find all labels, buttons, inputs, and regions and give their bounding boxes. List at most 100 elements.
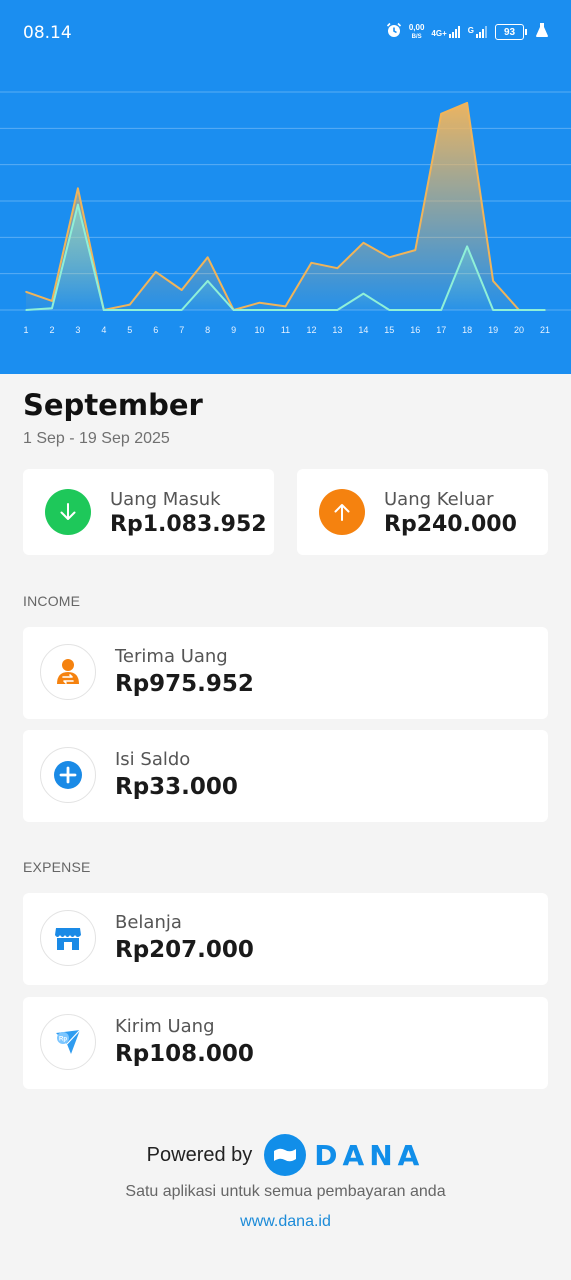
x-tick-label: 4	[101, 325, 106, 335]
series-1-point	[180, 289, 183, 291]
series-2-point	[103, 309, 105, 311]
battery-icon: 93	[495, 24, 527, 40]
income-item-label: Terima Uang	[115, 646, 228, 667]
series-2-point	[206, 280, 209, 282]
series-1-point	[310, 261, 313, 264]
x-tick-label: 3	[75, 325, 80, 335]
dana-wordmark: DANA	[314, 1138, 425, 1172]
series-2-point	[414, 309, 417, 311]
series-2-point	[518, 309, 520, 311]
receive-money-icon	[40, 644, 96, 700]
x-tick-label: 17	[436, 325, 446, 335]
series-1-point	[492, 280, 494, 282]
series-2-point	[466, 245, 468, 248]
income-section-title: INCOME	[23, 593, 81, 609]
series-2-point	[25, 309, 27, 311]
expense-item-kirim-uang[interactable]: Rp Kirim Uang Rp108.000	[23, 997, 548, 1089]
series-2-point	[154, 309, 157, 311]
chart-header: 1 2 3 4 5 6 7 8 9 10 11 12 13 14 15 16 17 18 19 20 21 08.14 …	[0, 0, 571, 374]
series-1-point	[258, 301, 261, 304]
series-1-point	[440, 113, 443, 115]
x-tick-label: 20	[514, 325, 524, 335]
series-2-point	[51, 307, 53, 309]
status-bar: 08.14 0,00 B/S 4G+ G 93	[0, 0, 571, 64]
x-tick-label: 16	[410, 325, 420, 335]
series-2-point	[129, 309, 131, 311]
x-tick-label: 13	[332, 325, 342, 335]
income-summary-card[interactable]: Uang Masuk Rp1.083.952	[23, 469, 274, 555]
x-tick-label: 5	[127, 325, 132, 335]
send-money-icon: Rp	[40, 1014, 96, 1070]
series-2-point	[336, 309, 339, 311]
income-item-label: Isi Saldo	[115, 749, 191, 770]
income-summary-value: Rp1.083.952	[110, 512, 267, 537]
series-2-point	[258, 309, 261, 311]
arrow-down-icon	[45, 489, 91, 535]
x-tick-label: 11	[281, 325, 290, 335]
x-tick-label: 15	[384, 325, 394, 335]
expense-summary-label: Uang Keluar	[384, 489, 494, 510]
series-1-point	[388, 256, 391, 259]
x-tick-label: 21	[540, 325, 550, 335]
status-icons: 0,00 B/S 4G+ G 93	[386, 20, 549, 44]
x-tick-label: 6	[153, 325, 158, 335]
dana-logo: DANA	[264, 1134, 424, 1176]
series-1-point	[362, 241, 365, 244]
x-tick-label: 19	[488, 325, 498, 335]
network-4g-label: 4G+	[431, 29, 447, 38]
income-item-value: Rp33.000	[115, 774, 238, 800]
svg-text:Rp: Rp	[59, 1037, 67, 1043]
expense-item-value: Rp108.000	[115, 1041, 254, 1067]
x-tick-label: 1	[23, 325, 28, 335]
powered-by: Powered by DANA	[0, 1132, 571, 1178]
arrow-up-icon	[319, 489, 365, 535]
period-range: 1 Sep - 19 Sep 2025	[23, 430, 170, 447]
status-time: 08.14	[23, 23, 72, 43]
series-2-point	[284, 309, 287, 311]
alarm-icon	[386, 22, 402, 43]
series-2-point	[180, 309, 183, 311]
series-2-point	[77, 203, 79, 206]
signal-g: G	[468, 26, 488, 38]
signal-bars-icon	[448, 26, 460, 38]
series-1-point	[51, 300, 53, 302]
dana-website-link[interactable]: www.dana.id	[0, 1213, 571, 1231]
income-item-isi-saldo[interactable]: Isi Saldo Rp33.000	[23, 730, 548, 822]
net-speed: 0,00 B/S	[408, 22, 425, 41]
series-2-point	[544, 309, 546, 311]
expense-section-title: EXPENSE	[23, 859, 91, 875]
signal-4g: 4G+	[431, 26, 460, 38]
income-item-terima-uang[interactable]: Terima Uang Rp975.952	[23, 627, 548, 719]
series-1-point	[466, 102, 468, 104]
series-1-point	[414, 249, 417, 251]
series-2-point	[492, 309, 494, 311]
signal-bars-icon	[476, 26, 487, 38]
expense-summary-card[interactable]: Uang Keluar Rp240.000	[297, 469, 548, 555]
income-summary-label: Uang Masuk	[110, 489, 221, 510]
store-icon	[40, 910, 96, 966]
x-tick-label: 18	[462, 325, 472, 335]
series-1-point	[284, 305, 287, 308]
network-g-label: G	[467, 26, 474, 35]
x-tick-label: 2	[49, 325, 54, 335]
expense-summary-value: Rp240.000	[384, 512, 517, 537]
top-up-icon	[40, 747, 96, 803]
flask-icon	[535, 22, 549, 43]
dana-logo-icon	[264, 1134, 307, 1176]
powered-by-text: Powered by	[146, 1143, 253, 1166]
x-tick-label: 14	[358, 325, 368, 335]
series-2-point	[310, 309, 313, 311]
expense-item-label: Belanja	[115, 912, 182, 933]
series-1-point	[129, 303, 131, 306]
footer-tagline: Satu aplikasi untuk semua pembayaran and…	[125, 1183, 446, 1200]
net-speed-unit: B/S	[411, 33, 422, 40]
x-tick-label: 7	[179, 325, 184, 335]
expense-item-belanja[interactable]: Belanja Rp207.000	[23, 893, 548, 985]
net-speed-value: 0,00	[408, 22, 425, 32]
series-1-point	[154, 271, 157, 273]
series-1-point	[77, 187, 79, 190]
x-tick-label: 8	[205, 325, 210, 335]
series-1-point	[336, 267, 339, 270]
series-2-point	[388, 309, 391, 311]
expense-item-value: Rp207.000	[115, 937, 254, 963]
